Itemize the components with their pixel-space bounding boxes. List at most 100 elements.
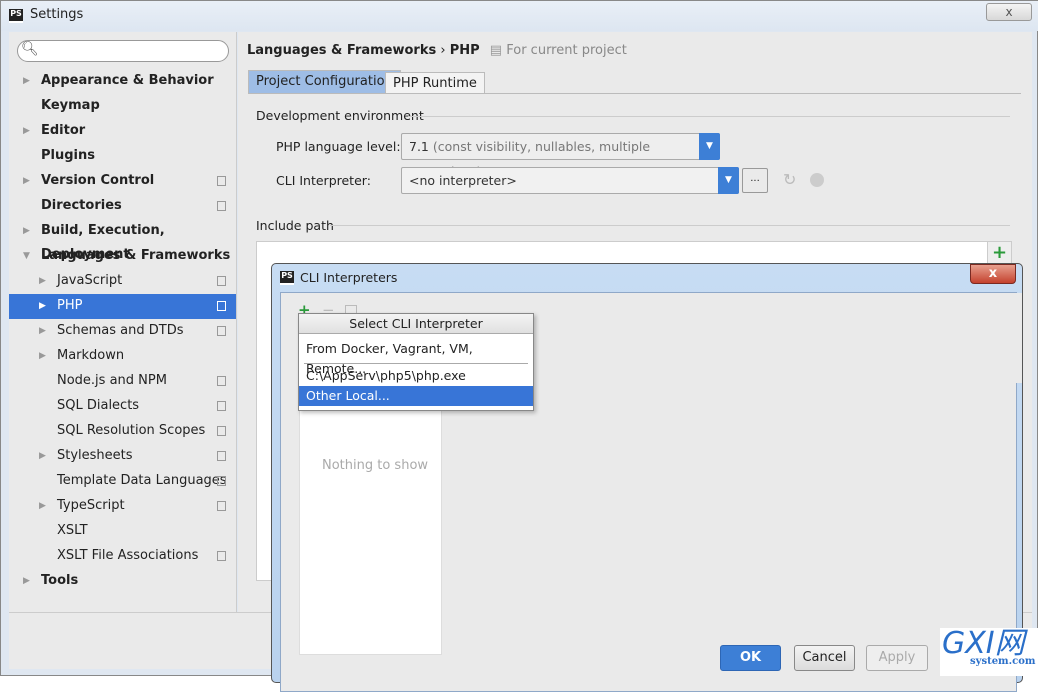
title-bar: PS Settings x [1,1,1038,31]
chevron-right-icon[interactable]: ▶ [39,344,46,368]
sidebar-item-typescript[interactable]: ▶ TypeScript [9,494,236,519]
chevron-down-icon: ▼ [718,167,739,194]
sidebar-item-editor[interactable]: ▶ Editor [9,119,236,144]
refresh-icon[interactable]: ↻ [783,170,796,189]
sidebar-item-languages-frameworks[interactable]: ▼ Languages & Frameworks [9,244,236,269]
chevron-right-icon[interactable]: ▶ [23,169,30,193]
sidebar-item-node-js-and-npm[interactable]: Node.js and NPM [9,369,236,394]
project-scope-icon [217,301,226,311]
settings-search-input[interactable] [17,40,229,62]
add-include-path-button[interactable]: + [987,241,1012,265]
browse-interpreter-button[interactable]: ... [742,168,768,193]
select-cli-interpreter-popup: Select CLI Interpreter From Docker, Vagr… [298,313,534,411]
chevron-right-icon[interactable]: ▶ [23,119,30,143]
chevron-right-icon[interactable]: ▶ [39,494,46,518]
sidebar-item-label: Appearance & Behavior [41,73,214,88]
sidebar-item-template-data-languages[interactable]: Template Data Languages [9,469,236,494]
project-scope-icon [217,476,226,486]
project-scope-icon [217,176,226,186]
sidebar-item-stylesheets[interactable]: ▶ Stylesheets [9,444,236,469]
breadcrumb-page: PHP [449,43,480,58]
project-scope-icon [217,201,226,211]
sidebar-item-label: Tools [41,573,79,588]
window-close-button[interactable]: x [986,3,1032,21]
cli-interpreter-value: <no interpreter> [409,173,517,188]
chevron-right-icon[interactable]: ▶ [23,569,30,593]
popup-separator [304,363,528,364]
sidebar-item-xslt-file-associations[interactable]: XSLT File Associations [9,544,236,569]
sidebar-item-label: Languages & Frameworks [41,248,231,263]
sidebar-item-version-control[interactable]: ▶ Version Control [9,169,236,194]
popup-item-php-exe[interactable]: C:\AppServ\php5\php.exe [299,366,533,386]
cancel-button[interactable]: Cancel [794,645,855,671]
sidebar-item-build-execution-deployment[interactable]: ▶ Build, Execution, Deployment [9,219,236,262]
cli-interpreter-select[interactable]: <no interpreter> ▼ [401,167,739,194]
sidebar-item-javascript[interactable]: ▶ JavaScript [9,269,236,294]
sidebar-item-label: Template Data Languages [57,473,227,488]
tab-php-runtime[interactable]: PHP Runtime [385,72,485,93]
project-scope-icon [217,451,226,461]
sidebar-item-sql-resolution-scopes[interactable]: SQL Resolution Scopes [9,419,236,444]
sidebar-item-label: Version Control [41,173,155,188]
search-icon: 🔍︎ [21,41,39,57]
divider [330,225,1010,226]
sidebar-item-php[interactable]: ▶ PHP [9,294,236,319]
sidebar-item-label: Schemas and DTDs [57,323,184,338]
project-scope-icon [217,426,226,436]
project-scope-icon [217,276,226,286]
breadcrumb-section[interactable]: Languages & Frameworks [247,43,436,58]
language-level-value: 7.1 [409,139,429,154]
dialog-title: CLI Interpreters [300,270,398,285]
info-icon[interactable] [810,173,824,187]
sidebar-item-label: Editor [41,123,86,138]
tab-project-configuration[interactable]: Project Configuration [248,70,401,93]
dialog-close-button[interactable]: x [970,264,1016,284]
chevron-down-icon: ▼ [699,133,720,160]
sidebar-item-appearance-behavior[interactable]: ▶ Appearance & Behavior [9,69,236,94]
ok-button[interactable]: OK [720,645,781,671]
chevron-right-icon[interactable]: ▶ [39,444,46,468]
sidebar-item-label: Plugins [41,148,95,163]
chevron-right-icon[interactable]: ▶ [39,319,46,343]
sidebar-item-label: Node.js and NPM [57,373,167,388]
popup-item-other-local[interactable]: Other Local... [299,386,533,406]
divider [408,116,1010,117]
empty-list-text: Nothing to show [322,458,429,473]
include-path-title: Include path [256,218,334,233]
scope-label: For current project [506,43,627,58]
project-scope-icon [217,551,226,561]
phpstorm-logo-icon: PS [280,271,294,285]
sidebar-item-directories[interactable]: Directories [9,194,236,219]
sidebar-item-label: JavaScript [57,273,123,288]
dev-env-title: Development environment [256,108,424,123]
popup-item-remote[interactable]: From Docker, Vagrant, VM, Remote... [299,339,533,376]
project-scope-icon [217,501,226,511]
sidebar-item-xslt[interactable]: XSLT [9,519,236,544]
window-title: Settings [30,7,84,22]
cli-interpreter-label: CLI Interpreter: [276,173,371,188]
sidebar-item-label: Keymap [41,98,100,113]
php-language-level-label: PHP language level: [276,139,401,154]
sidebar-item-label: Directories [41,198,122,213]
breadcrumb-separator: › [440,43,446,58]
chevron-right-icon[interactable]: ▶ [23,219,30,243]
sidebar-item-label: PHP [57,298,83,313]
sidebar-item-label: XSLT File Associations [57,548,199,563]
chevron-down-icon[interactable]: ▼ [23,244,30,268]
sidebar-item-label: XSLT [57,523,88,538]
sidebar-item-markdown[interactable]: ▶ Markdown [9,344,236,369]
apply-button[interactable]: Apply [866,645,928,671]
sidebar-item-label: Stylesheets [57,448,133,463]
php-language-level-select[interactable]: 7.1 (const visibility, nullables, multip… [401,133,720,179]
sidebar-item-schemas-and-dtds[interactable]: ▶ Schemas and DTDs [9,319,236,344]
sidebar-item-plugins[interactable]: Plugins [9,144,236,169]
chevron-right-icon[interactable]: ▶ [23,69,30,93]
sidebar-item-sql-dialects[interactable]: SQL Dialects [9,394,236,419]
project-scope-icon: ▤ [489,43,503,58]
popup-title: Select CLI Interpreter [299,314,533,334]
chevron-right-icon[interactable]: ▶ [39,269,46,293]
sidebar-item-label: SQL Dialects [57,398,140,413]
chevron-right-icon[interactable]: ▶ [39,294,46,318]
sidebar-item-tools[interactable]: ▶ Tools [9,569,236,594]
sidebar-item-keymap[interactable]: Keymap [9,94,236,119]
